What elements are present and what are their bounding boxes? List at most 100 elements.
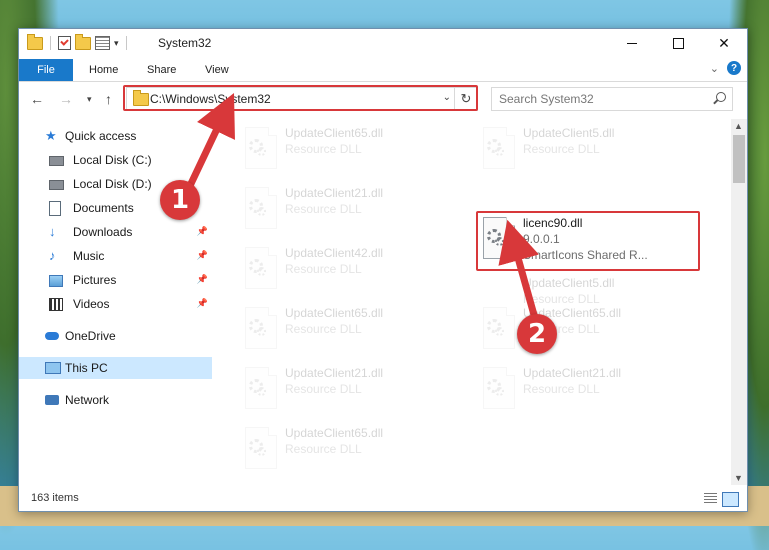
file-tile[interactable]: UpdateClient42.dll Resource DLL xyxy=(235,243,455,295)
tab-file[interactable]: File xyxy=(19,59,73,81)
expand-ribbon-icon[interactable]: ⌄ xyxy=(710,62,719,75)
sidebar-item-this-pc[interactable]: This PC xyxy=(19,357,212,379)
drive-icon xyxy=(49,180,64,190)
sidebar-item-label: Music xyxy=(73,249,105,263)
file-tile[interactable]: UpdateClient65.dll Resource DLL xyxy=(235,303,455,355)
sidebar-item-downloads[interactable]: ↓ Downloads 📌 xyxy=(19,221,212,243)
divider xyxy=(50,36,51,50)
gear-icon xyxy=(257,327,266,336)
qat-dropdown-icon[interactable]: ▾ xyxy=(114,38,119,49)
minimize-button[interactable] xyxy=(609,29,655,57)
scroll-up-icon[interactable]: ▲ xyxy=(734,121,743,131)
file-name: UpdateClient5.dll xyxy=(523,276,615,290)
file-name: UpdateClient21.dll xyxy=(285,186,384,200)
tab-share[interactable]: Share xyxy=(147,59,176,81)
downloads-icon: ↓ xyxy=(49,224,56,239)
file-name: UpdateClient65.dll xyxy=(285,306,384,320)
onedrive-icon xyxy=(45,332,59,340)
sidebar-item-label: OneDrive xyxy=(65,329,116,343)
ribbon: File Home Share View ⌄ ? xyxy=(19,57,747,82)
scroll-down-icon[interactable]: ▼ xyxy=(734,473,743,483)
tab-view[interactable]: View xyxy=(205,59,229,81)
step-1-badge: 1 xyxy=(160,180,200,220)
item-count: 163 items xyxy=(31,492,79,504)
gear-icon xyxy=(495,327,504,336)
file-name: UpdateClient65.dll xyxy=(285,126,384,140)
sidebar-item-pictures[interactable]: Pictures 📌 xyxy=(19,269,212,291)
music-icon: ♪ xyxy=(49,248,56,263)
sidebar-item-label: Documents xyxy=(73,201,134,215)
scroll-thumb[interactable] xyxy=(733,135,745,183)
file-desc: Resource DLL xyxy=(285,262,362,276)
sidebar-item-label: Pictures xyxy=(73,273,117,287)
sidebar-item-music[interactable]: ♪ Music 📌 xyxy=(19,245,212,267)
title-bar: ▾ System32 ✕ xyxy=(19,29,747,57)
sidebar-item-label: Local Disk (D:) xyxy=(73,177,152,191)
file-desc: Resource DLL xyxy=(523,382,600,396)
gear-icon xyxy=(257,267,266,276)
sidebar-item-label: Network xyxy=(65,393,110,407)
file-tile[interactable]: UpdateClient21.dll Resource DLL xyxy=(235,183,455,235)
file-tile[interactable]: UpdateClient21.dll Resource DLL xyxy=(473,363,693,415)
maximize-icon xyxy=(672,37,684,49)
file-highlight-box xyxy=(476,211,700,271)
network-icon xyxy=(45,395,59,405)
status-bar: 163 items xyxy=(19,487,747,511)
customize-icon[interactable] xyxy=(95,36,110,50)
sidebar-item-local-disk-c[interactable]: Local Disk (C:) xyxy=(19,149,212,171)
sidebar-item-onedrive[interactable]: OneDrive xyxy=(19,325,212,347)
forward-button[interactable]: → xyxy=(59,91,73,107)
divider xyxy=(125,36,127,50)
quick-access-toolbar: ▾ xyxy=(27,33,130,52)
sidebar-item-quick-access[interactable]: ★ Quick access xyxy=(19,125,212,147)
search-icon xyxy=(716,92,726,102)
details-view-icon[interactable] xyxy=(704,493,717,504)
tab-home[interactable]: Home xyxy=(89,59,118,81)
gear-icon xyxy=(257,207,266,216)
file-desc: Resource DLL xyxy=(285,382,362,396)
pin-icon[interactable]: 📌 xyxy=(197,226,208,237)
recent-locations-icon[interactable]: ▾ xyxy=(87,94,92,105)
file-name: UpdateClient42.dll xyxy=(285,246,384,260)
gear-icon xyxy=(257,147,266,156)
new-folder-icon[interactable] xyxy=(75,33,91,50)
documents-icon xyxy=(49,201,61,216)
file-tile[interactable]: UpdateClient5.dll Resource DLL xyxy=(473,123,693,175)
up-button[interactable]: ↑ xyxy=(105,91,112,107)
file-tile[interactable]: UpdateClient65.dll Resource DLL xyxy=(473,303,693,355)
file-tile[interactable]: UpdateClient65.dll Resource DLL xyxy=(235,423,455,475)
file-desc: Resource DLL xyxy=(523,142,600,156)
pin-icon[interactable]: 📌 xyxy=(197,274,208,285)
sidebar-item-label: This PC xyxy=(65,361,108,375)
search-placeholder: Search System32 xyxy=(499,92,594,106)
sidebar-item-videos[interactable]: Videos 📌 xyxy=(19,293,212,315)
address-row: ← → ▾ ↑ C:\Windows\System32 ⌄ ↻ Search S… xyxy=(19,85,747,113)
help-icon[interactable]: ? xyxy=(727,61,741,75)
file-desc: Resource DLL xyxy=(285,142,362,156)
pin-icon[interactable]: 📌 xyxy=(197,298,208,309)
back-button[interactable]: ← xyxy=(30,91,44,107)
search-input[interactable]: Search System32 xyxy=(491,87,733,111)
sidebar-item-label: Downloads xyxy=(73,225,133,239)
sidebar-item-label: Videos xyxy=(73,297,110,311)
navigation-pane: ★ Quick access Local Disk (C:) Local Dis… xyxy=(19,119,215,485)
sidebar-item-network[interactable]: Network xyxy=(19,389,212,411)
sidebar-item-label: Quick access xyxy=(65,129,137,143)
vertical-scrollbar[interactable]: ▲ ▼ xyxy=(731,119,747,485)
close-button[interactable]: ✕ xyxy=(701,29,747,57)
gear-icon xyxy=(495,147,504,156)
file-list: UpdateClient65.dll Resource DLL UpdateCl… xyxy=(215,119,731,483)
pin-icon[interactable]: 📌 xyxy=(197,250,208,261)
step-2-badge: 2 xyxy=(517,314,557,354)
star-icon: ★ xyxy=(45,128,57,143)
file-tile[interactable]: UpdateClient21.dll Resource DLL xyxy=(235,363,455,415)
file-name: UpdateClient21.dll xyxy=(523,366,622,380)
file-desc: Resource DLL xyxy=(285,322,362,336)
maximize-button[interactable] xyxy=(655,29,701,57)
large-icons-view-icon[interactable] xyxy=(722,492,739,507)
properties-check-icon[interactable] xyxy=(58,36,71,50)
file-desc: Resource DLL xyxy=(285,202,362,216)
gear-icon xyxy=(257,447,266,456)
file-tile[interactable]: UpdateClient65.dll Resource DLL xyxy=(235,123,455,175)
minimize-icon xyxy=(627,42,637,44)
